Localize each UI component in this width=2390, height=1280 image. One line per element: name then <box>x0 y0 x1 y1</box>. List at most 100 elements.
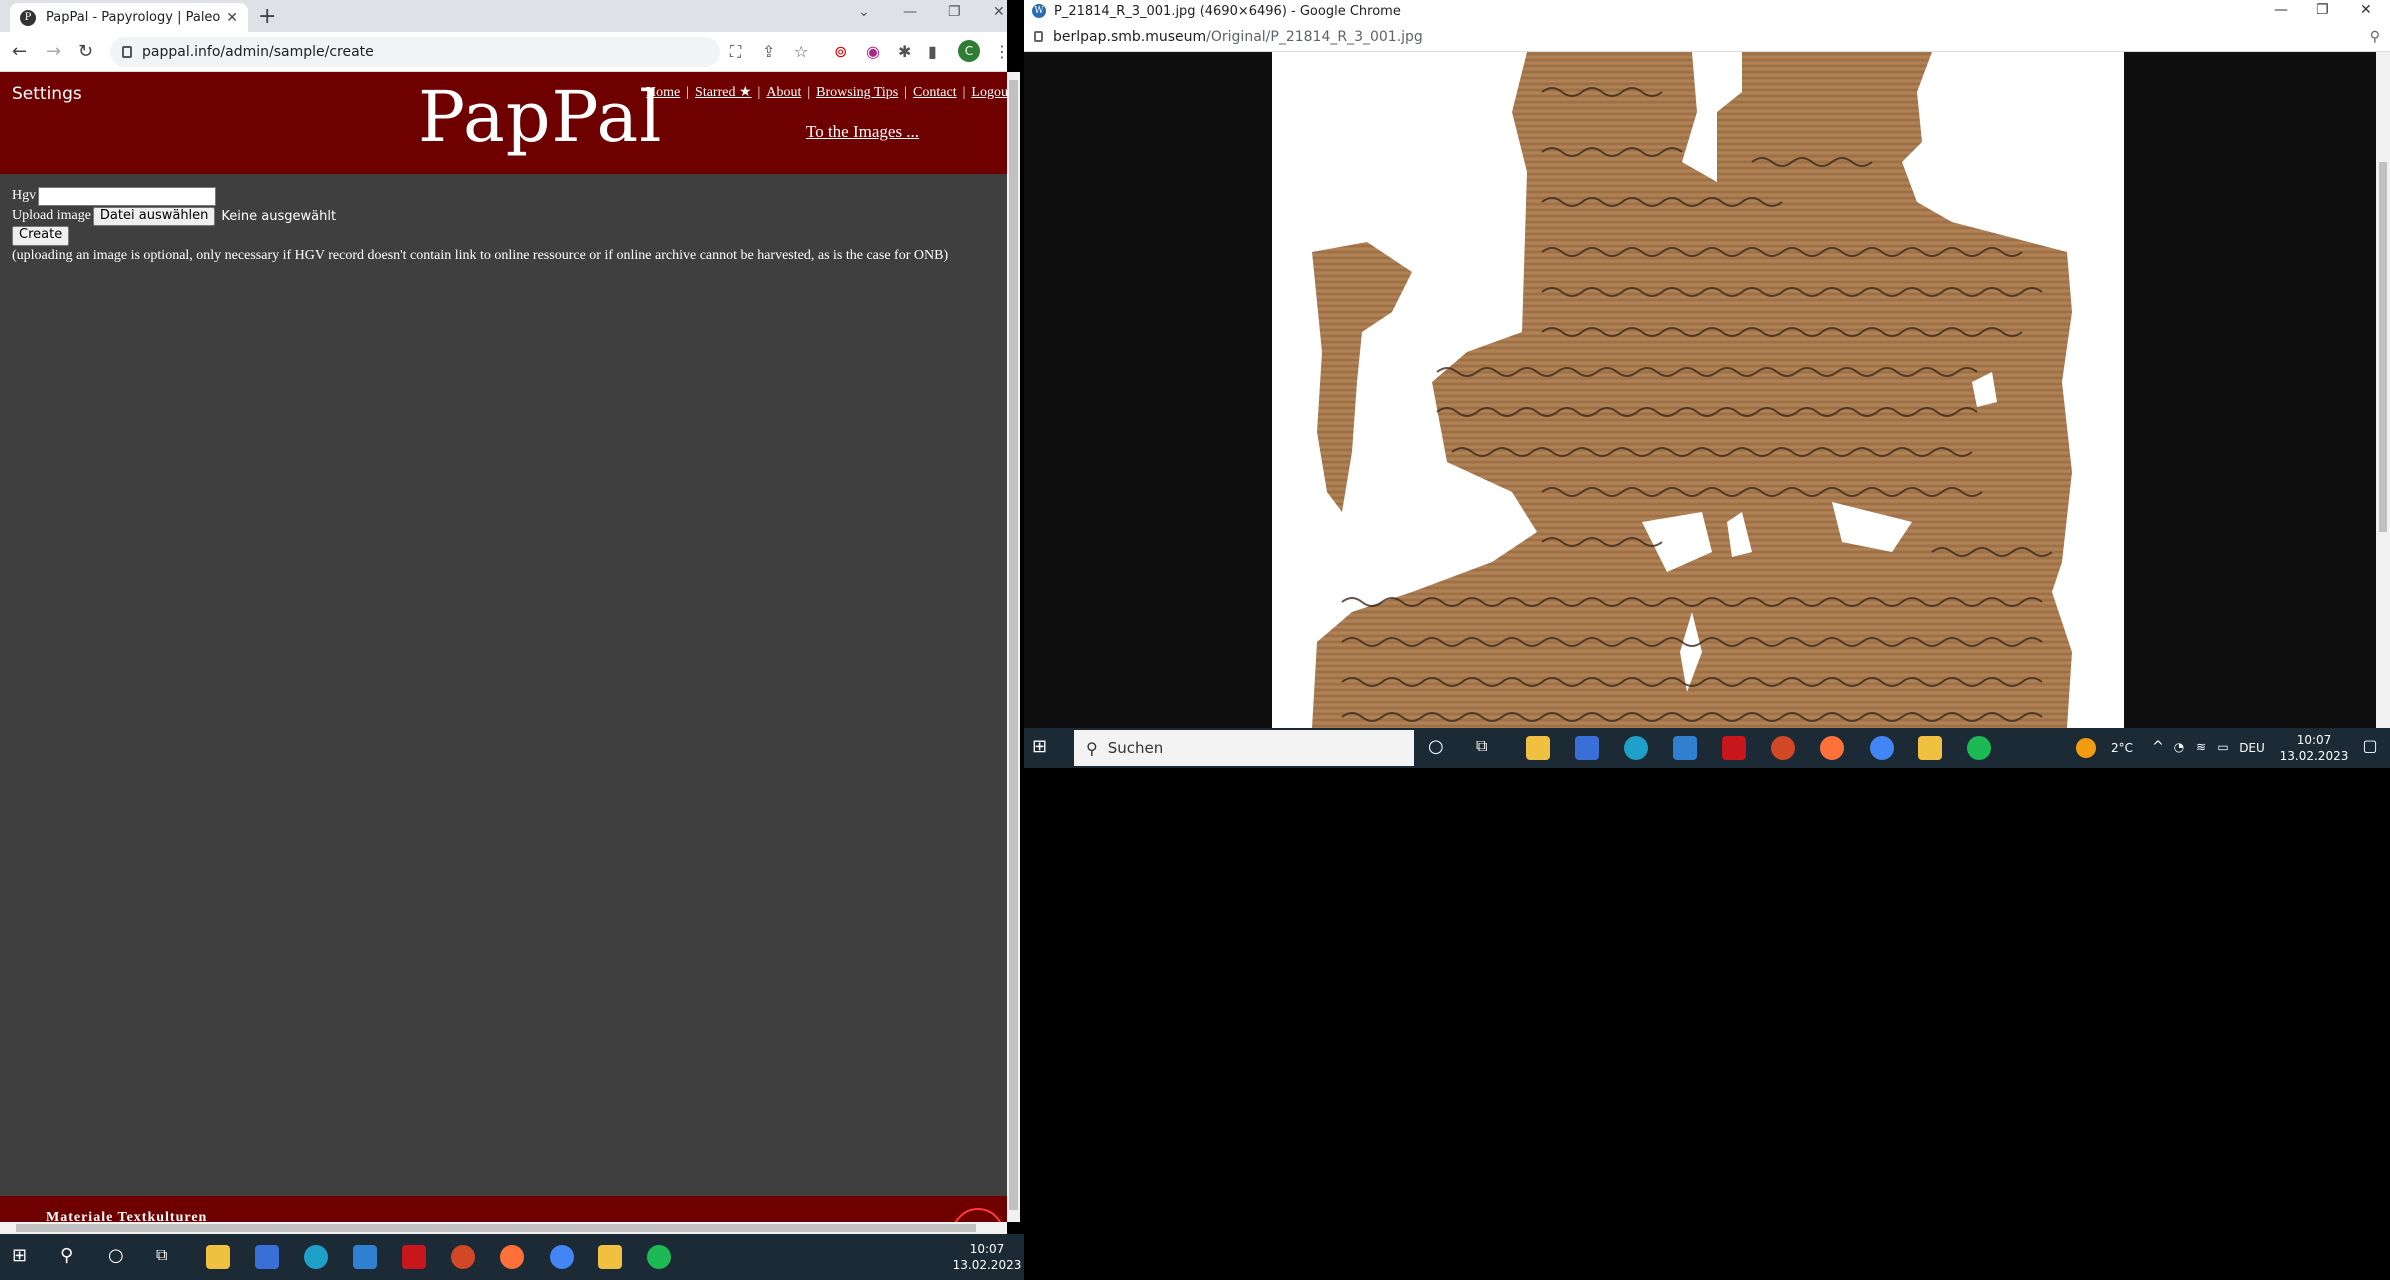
right-close-icon[interactable]: ✕ <box>2360 2 2372 18</box>
weather-sun-icon[interactable] <box>2076 738 2096 758</box>
right-restore-icon[interactable]: ❐ <box>2316 2 2329 18</box>
site-favicon-icon: P <box>20 9 36 26</box>
right-clock[interactable]: 10:07 13.02.2023 <box>2274 732 2354 764</box>
notifications-icon[interactable]: ▢ <box>2358 738 2382 754</box>
tab-pappal[interactable]: P PapPal - Papyrology | Paleograph ✕ <box>10 3 248 32</box>
input-language[interactable]: DEU <box>2236 740 2268 756</box>
side-panel-icon[interactable]: ▮ <box>928 42 937 61</box>
right-notes-icon[interactable] <box>1918 736 1942 760</box>
site-header: Settings PapPal Home | Starred ★ | About | Bro… <box>0 72 1007 174</box>
right-window-title: P_21814_R_3_001.jpg (4690×6496) - Google… <box>1054 3 1401 19</box>
forward-icon[interactable]: → <box>46 41 61 62</box>
file-explorer-icon[interactable] <box>206 1245 230 1269</box>
close-window-icon[interactable]: ✕ <box>993 4 1005 20</box>
right-browser-window: W P_21814_R_3_001.jpg (4690×6496) - Goog… <box>1024 0 2390 728</box>
bookmark-star-icon[interactable]: ☆ <box>794 42 808 61</box>
right-address-bar[interactable]: berlpap.smb.museum /Original/P_21814_R_3… <box>1024 22 2390 52</box>
nav-contact[interactable]: Contact <box>913 85 957 100</box>
task-view-icon[interactable]: ⧉ <box>156 1245 180 1269</box>
wordpress-favicon-icon: W <box>1032 4 1046 18</box>
extensions-puzzle-icon[interactable]: ✱ <box>898 42 911 61</box>
mail-icon[interactable] <box>353 1245 377 1269</box>
right-chrome-icon[interactable] <box>1870 736 1894 760</box>
right-powerpoint-icon[interactable] <box>1771 736 1795 760</box>
papyrus-image <box>1272 52 2124 728</box>
left-clock[interactable]: 10:07 13.02.2023 <box>952 1241 1022 1273</box>
taskbar-search-box[interactable]: ⚲ Suchen <box>1074 730 1414 766</box>
extension-red-icon[interactable]: ⊚ <box>834 42 847 61</box>
right-minimize-icon[interactable]: — <box>2274 2 2288 18</box>
notes-icon[interactable] <box>598 1245 622 1269</box>
weather-temp[interactable]: 2°C <box>2102 740 2142 756</box>
address-bar[interactable]: pappal.info/admin/sample/create <box>110 37 720 67</box>
firefox-icon[interactable] <box>500 1245 524 1269</box>
extension-purple-icon[interactable]: ◉ <box>866 42 880 61</box>
zoom-icon[interactable]: ⚲ <box>2370 29 2380 45</box>
right-edge-icon[interactable] <box>1624 736 1648 760</box>
acrobat-icon[interactable] <box>402 1245 426 1269</box>
tray-chevron-icon[interactable]: ^ <box>2150 739 2166 755</box>
left-taskbar: ⊞ ⚲ ○ ⧉ 10:07 13.02.2023 <box>0 1234 1024 1280</box>
right-cortana-icon[interactable]: ○ <box>1428 736 1452 760</box>
nav-logout[interactable]: Logout <box>971 85 1007 100</box>
settings-link[interactable]: Settings <box>12 84 82 104</box>
back-icon[interactable]: ← <box>12 41 27 62</box>
right-spotify-icon[interactable] <box>1967 736 1991 760</box>
right-task-view-icon[interactable]: ⧉ <box>1476 736 1500 760</box>
to-the-images-link[interactable]: To the Images ... <box>806 122 919 142</box>
tab-title: PapPal - Papyrology | Paleograph <box>46 10 221 25</box>
right-vertical-scrollbar[interactable] <box>2376 52 2390 728</box>
tray-battery-icon[interactable]: ▭ <box>2214 739 2232 755</box>
hgv-input[interactable] <box>38 186 217 206</box>
nav-starred[interactable]: Starred ★ <box>695 85 751 100</box>
minimize-icon[interactable]: — <box>903 4 917 20</box>
no-file-selected-text: Keine ausgewählt <box>221 208 337 224</box>
taskbar-search-icon: ⚲ <box>1086 738 1098 758</box>
upload-image-label: Upload image <box>12 208 91 223</box>
powerpoint-icon[interactable] <box>451 1245 475 1269</box>
papyrus-fragment-graphic <box>1312 52 2072 728</box>
top-navigation: Home | Starred ★ | About | Browsing Tips | Conta… <box>646 84 1007 101</box>
horizontal-scrollbar[interactable] <box>0 1222 1007 1234</box>
edge-icon[interactable] <box>304 1245 328 1269</box>
nav-browsing-tips[interactable]: Browsing Tips <box>816 85 898 100</box>
upload-note: (uploading an image is optional, only ne… <box>12 248 949 263</box>
store-icon[interactable] <box>255 1245 279 1269</box>
nav-home[interactable]: Home <box>646 85 680 100</box>
right-url-path: /Original/P_21814_R_3_001.jpg <box>1206 28 1423 45</box>
tray-network-icon[interactable]: ◔ <box>2170 739 2188 755</box>
tray-wifi-icon[interactable]: ≋ <box>2192 739 2210 755</box>
right-file-explorer-icon[interactable] <box>1526 736 1550 760</box>
search-icon[interactable]: ⚲ <box>60 1245 84 1269</box>
taskbar-search-placeholder: Suchen <box>1107 739 1164 757</box>
nav-about[interactable]: About <box>766 85 801 100</box>
chrome-icon[interactable] <box>550 1245 574 1269</box>
toolbar: ← → ↻ pappal.info/admin/sample/create ⛶ … <box>0 32 1007 72</box>
right-store-icon[interactable] <box>1575 736 1599 760</box>
hgv-label: Hgv <box>12 188 37 203</box>
right-firefox-icon[interactable] <box>1820 736 1844 760</box>
right-mail-icon[interactable] <box>1673 736 1697 760</box>
new-tab-icon[interactable]: + <box>258 4 276 29</box>
close-tab-icon[interactable]: ✕ <box>226 10 238 26</box>
pappal-logo[interactable]: PapPal <box>418 76 663 158</box>
vertical-scrollbar[interactable] <box>1007 72 1020 1222</box>
profile-avatar[interactable]: C <box>958 40 980 62</box>
share-icon[interactable]: ⇪ <box>762 42 775 61</box>
cortana-icon[interactable]: ○ <box>108 1245 132 1269</box>
start-windows-icon[interactable]: ⊞ <box>12 1245 36 1269</box>
right-start-windows-icon[interactable]: ⊞ <box>1032 736 1056 760</box>
right-acrobat-icon[interactable] <box>1722 736 1746 760</box>
right-lock-icon <box>1034 31 1043 42</box>
right-taskbar: ⊞ ⚲ Suchen ○ ⧉ 2°C ^ ◔ ≋ ▭ DEU 10:07 13.… <box>1024 728 2390 768</box>
create-button[interactable]: Create <box>12 226 70 246</box>
reload-icon[interactable]: ↻ <box>78 41 93 62</box>
url-text: pappal.info/admin/sample/create <box>142 44 374 60</box>
create-sample-form: Hgv Upload image Datei auswählen Keine a… <box>12 186 948 264</box>
translate-icon[interactable]: ⛶ <box>730 42 741 62</box>
tab-search-icon[interactable]: ⌄ <box>858 4 870 20</box>
restore-icon[interactable]: ❐ <box>948 4 961 20</box>
choose-file-button[interactable]: Datei auswählen <box>92 206 216 226</box>
menu-icon[interactable]: ⋮ <box>994 42 1007 61</box>
spotify-icon[interactable] <box>647 1245 671 1269</box>
